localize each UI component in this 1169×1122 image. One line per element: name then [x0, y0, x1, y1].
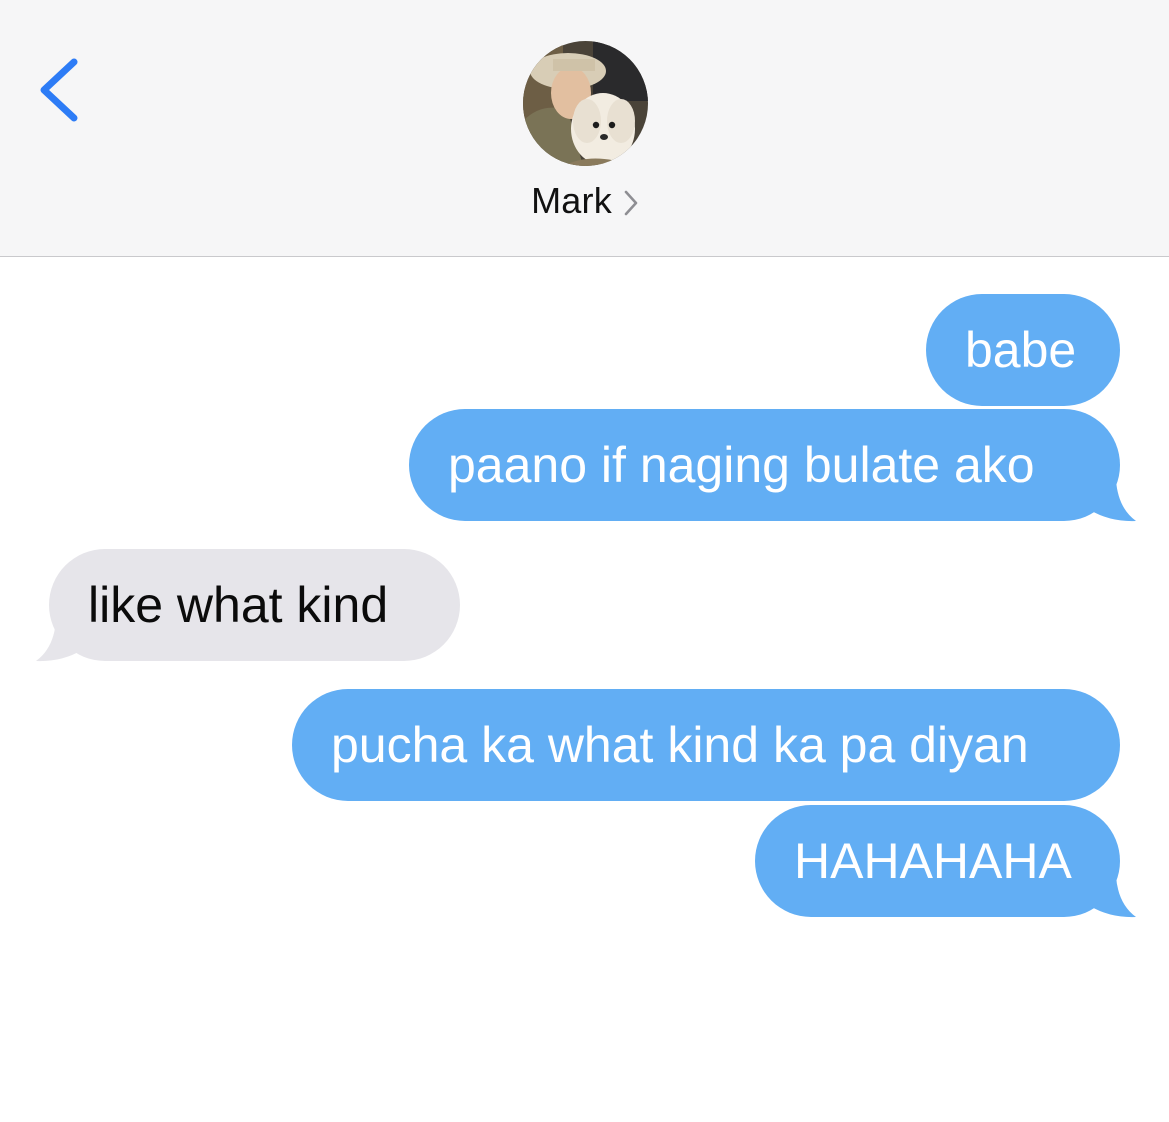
- bubble-tail-sent: [1090, 876, 1136, 918]
- chevron-left-icon: [40, 58, 78, 122]
- avatar[interactable]: [523, 41, 648, 166]
- back-button[interactable]: [30, 52, 90, 128]
- message-text: like what kind: [88, 577, 389, 633]
- message-bubble-sent[interactable]: babe: [926, 294, 1120, 406]
- chevron-right-icon: [624, 190, 638, 216]
- message-bubble-sent[interactable]: HAHAHAHA: [755, 805, 1120, 917]
- message-text: pucha ka what kind ka pa diyan: [331, 717, 1029, 773]
- message-text: paano if naging bulate ako: [448, 437, 1035, 493]
- message-text: babe: [965, 322, 1077, 378]
- conversation-header: Mark: [0, 0, 1169, 257]
- contact-name-button[interactable]: Mark: [0, 176, 1169, 226]
- bubble-tail-sent: [1090, 480, 1136, 522]
- message-text: HAHAHAHA: [794, 833, 1072, 889]
- avatar-photo: [523, 41, 648, 166]
- message-bubble-received[interactable]: like what kind: [49, 549, 460, 661]
- message-bubble-sent[interactable]: pucha ka what kind ka pa diyan: [292, 689, 1120, 801]
- message-bubble-sent[interactable]: paano if naging bulate ako: [409, 409, 1120, 521]
- contact-name: Mark: [531, 180, 612, 221]
